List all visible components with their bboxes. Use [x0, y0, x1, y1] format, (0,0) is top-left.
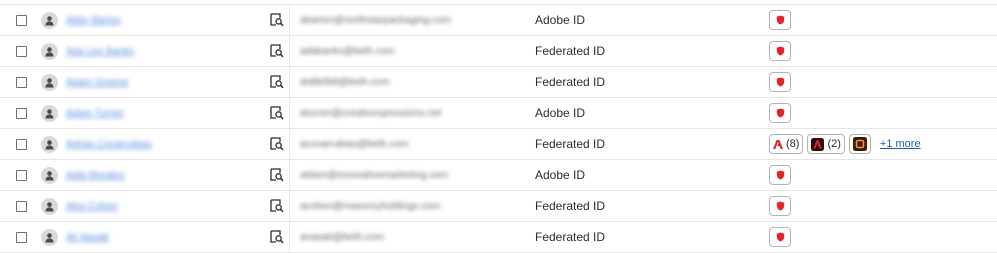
product-chip-creative-cloud[interactable]: (2): [807, 134, 845, 154]
products-cell: [769, 36, 791, 66]
user-avatar-icon: [41, 42, 58, 60]
inspect-user-icon[interactable]: [270, 230, 284, 244]
column-divider: [289, 5, 290, 35]
product-chip[interactable]: [769, 41, 791, 61]
id-type: Federated ID: [535, 44, 606, 58]
user-email: anasab@beth.com: [300, 231, 385, 243]
user-name-link[interactable]: Adam Turner: [66, 108, 124, 119]
app-icon: [852, 137, 867, 151]
id-type: Adobe ID: [535, 106, 586, 120]
user-name-link[interactable]: Ali Nasab: [66, 232, 109, 243]
id-type: Adobe ID: [535, 168, 586, 182]
user-name-link[interactable]: Aida Morales: [66, 170, 124, 181]
table-body: Abby Barton abarton@northstarpackaging.co…: [0, 5, 997, 253]
user-email: aidam@innovativemarketing.com: [300, 169, 448, 181]
column-divider: [289, 191, 290, 221]
column-divider: [289, 160, 290, 190]
products-cell: (8) (2) +1 more: [769, 129, 921, 159]
creative-cloud-count: (2): [827, 138, 841, 150]
products-cell: [769, 98, 791, 128]
column-divider: [289, 98, 290, 128]
products-cell: [769, 191, 791, 221]
user-avatar-icon: [41, 11, 58, 29]
column-divider: [289, 222, 290, 252]
users-table: Abby Barton abarton@northstarpackaging.co…: [0, 0, 997, 253]
inspect-user-icon[interactable]: [270, 168, 284, 182]
table-row[interactable]: Abby Barton abarton@northstarpackaging.co…: [0, 5, 997, 36]
id-type: Federated ID: [535, 199, 606, 213]
products-cell: [769, 5, 791, 35]
row-checkbox[interactable]: [16, 200, 27, 212]
row-checkbox[interactable]: [16, 107, 27, 119]
id-type: Federated ID: [535, 137, 606, 151]
table-row[interactable]: Adam Greene ds8b0b9@beth.com Federated ID: [0, 67, 997, 98]
column-divider: [289, 36, 290, 66]
inspect-user-icon[interactable]: [270, 137, 284, 151]
user-avatar-icon: [41, 166, 58, 184]
row-checkbox[interactable]: [16, 169, 27, 181]
user-name-link[interactable]: Adrian Covarrubias: [66, 139, 152, 150]
products-cell: [769, 222, 791, 252]
product-chip[interactable]: [769, 196, 791, 216]
user-avatar-icon: [41, 197, 58, 215]
row-checkbox[interactable]: [16, 231, 27, 243]
inspect-user-icon[interactable]: [270, 106, 284, 120]
more-products-link[interactable]: +1 more: [880, 138, 921, 150]
row-checkbox[interactable]: [16, 138, 27, 150]
user-email: acovarrubias@beth.com: [300, 138, 409, 150]
products-cell: [769, 67, 791, 97]
id-type: Adobe ID: [535, 13, 586, 27]
acrobat-count: (8): [786, 138, 800, 150]
user-name-link[interactable]: Ada Lee Banks: [66, 46, 134, 57]
column-divider: [289, 129, 290, 159]
product-chip[interactable]: [769, 72, 791, 92]
product-chip[interactable]: [769, 103, 791, 123]
table-row[interactable]: Alex Cohen acohen@masonryholdings.com Fede…: [0, 191, 997, 222]
user-email: adabanks@beth.com: [300, 45, 395, 57]
table-row[interactable]: Adrian Covarrubias acovarrubias@beth.com F…: [0, 129, 997, 160]
user-name-link[interactable]: Adam Greene: [66, 77, 128, 88]
product-chip-acrobat[interactable]: (8): [769, 134, 804, 154]
table-row[interactable]: Aida Morales aidam@innovativemarketing.co…: [0, 160, 997, 191]
id-type: Federated ID: [535, 75, 606, 89]
id-type: Federated ID: [535, 230, 606, 244]
products-cell: [769, 160, 791, 190]
table-row[interactable]: Ada Lee Banks adabanks@beth.com Federated …: [0, 36, 997, 67]
user-email: abarton@northstarpackaging.com: [300, 14, 451, 26]
product-chip[interactable]: [769, 165, 791, 185]
table-row[interactable]: Ali Nasab anasab@beth.com Federated ID: [0, 222, 997, 253]
inspect-user-icon[interactable]: [270, 199, 284, 213]
product-chip-app[interactable]: [848, 134, 871, 154]
acrobat-icon: [773, 139, 783, 149]
shield-product-icon: [776, 170, 785, 180]
inspect-user-icon[interactable]: [270, 44, 284, 58]
user-avatar-icon: [41, 228, 58, 246]
shield-product-icon: [776, 232, 785, 242]
shield-product-icon: [776, 108, 785, 118]
user-email: ds8b0b9@beth.com: [300, 76, 390, 88]
shield-product-icon: [776, 77, 785, 87]
user-email: aturner@creativexpressions.net: [300, 107, 442, 119]
shield-product-icon: [776, 15, 785, 25]
shield-product-icon: [776, 46, 785, 56]
user-avatar-icon: [41, 73, 58, 91]
table-row[interactable]: Adam Turner aturner@creativexpressions.ne…: [0, 98, 997, 129]
product-chip[interactable]: [769, 10, 791, 30]
user-avatar-icon: [41, 135, 58, 153]
inspect-user-icon[interactable]: [270, 75, 284, 89]
shield-product-icon: [776, 201, 785, 211]
user-avatar-icon: [41, 104, 58, 122]
user-email: acohen@masonryholdings.com: [300, 200, 441, 212]
user-name-link[interactable]: Alex Cohen: [66, 201, 118, 212]
product-chip[interactable]: [769, 227, 791, 247]
row-checkbox[interactable]: [16, 14, 27, 26]
row-checkbox[interactable]: [16, 76, 27, 88]
inspect-user-icon[interactable]: [270, 13, 284, 27]
creative-cloud-icon: [811, 137, 825, 151]
user-name-link[interactable]: Abby Barton: [66, 15, 121, 26]
column-divider: [289, 67, 290, 97]
row-checkbox[interactable]: [16, 45, 27, 57]
